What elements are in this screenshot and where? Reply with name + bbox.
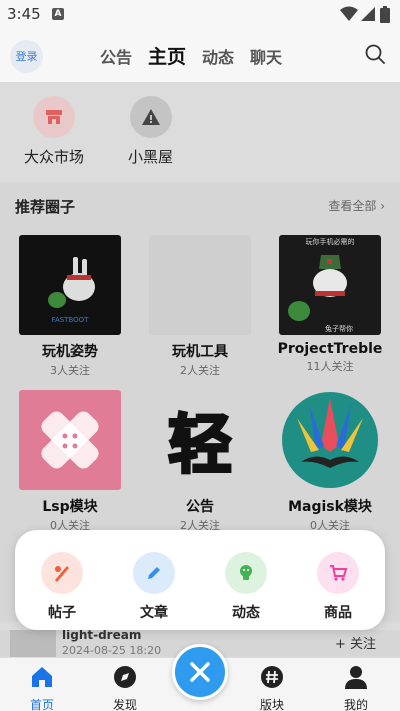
status-bar: 3:45 A [0,0,400,30]
circle-card[interactable]: 玩机工具 2人关注 [140,235,260,378]
post-username: light-dream [62,628,142,642]
create-sheet: 帖子 文章 动态 商品 [15,530,385,630]
quick-blackroom[interactable]: 小黑屋 [128,96,173,167]
view-all-label: 查看全部 [328,199,377,213]
top-tabs: 公告 主页 动态 聊天 [100,42,282,69]
store-icon [33,96,75,138]
image-caption-bottom: 兔子帮你 [325,324,353,333]
tab-announcement[interactable]: 公告 [100,44,132,68]
home-icon [32,667,52,687]
circle-image: 玩你手机必需的 兔子帮你 [279,235,381,335]
circle-name: 公告 [186,499,214,515]
nav-home[interactable]: 首页 [12,664,72,711]
bandage-icon [41,411,99,469]
nav-me[interactable]: 我的 [326,664,386,711]
cart-icon [317,552,359,594]
create-product-button[interactable]: 商品 [303,552,373,622]
circle-card[interactable]: Magisk模块 0人关注 [270,390,390,533]
warning-icon [129,96,172,138]
create-post-button[interactable]: 帖子 [27,552,97,622]
circle-name: Magisk模块 [288,499,372,515]
action-label: 动态 [232,605,260,621]
quick-label: 大众市场 [24,148,85,166]
post-icon [41,552,83,594]
circle-name: 玩机姿势 [42,344,98,360]
pencil-icon [133,552,175,594]
action-label: 帖子 [48,605,76,621]
bunny-image: FASTBOOT [48,257,95,324]
login-button[interactable]: 登录 [10,40,43,73]
follow-button[interactable]: + 关注 [335,633,376,652]
view-all-link[interactable]: 查看全部 › [328,197,385,214]
action-label: 商品 [324,605,352,621]
circle-card[interactable]: FASTBOOT 玩机姿势 3人关注 [10,235,130,378]
signal-icon [361,7,375,21]
quick-market[interactable]: 大众市场 [24,96,84,167]
close-create-button[interactable] [172,644,228,700]
nav-discover[interactable]: 发现 [95,664,155,711]
nav-boards[interactable]: 版块 [242,664,302,711]
compass-icon [114,666,136,688]
tab-chat[interactable]: 聊天 [250,44,282,68]
tab-moments[interactable]: 动态 [202,44,234,68]
section-title: 推荐圈子 [15,198,76,216]
circle-image [279,390,381,490]
wifi-icon [340,6,358,21]
bulb-icon [225,552,267,594]
circle-name: ProjectTreble [277,341,383,357]
post-date: 2024-08-25 18:20 [62,644,162,657]
close-icon [190,662,210,682]
circle-image [19,390,121,490]
avatar [10,630,56,658]
create-moment-button[interactable]: 动态 [211,552,281,622]
action-label: 文章 [140,605,168,621]
nav-label: 我的 [343,698,368,711]
battery-icon [380,6,390,23]
status-time: 3:45 [7,5,41,23]
quick-label: 小黑屋 [128,148,174,166]
nav-label: 版块 [259,698,284,711]
circle-image: 轻 [149,390,251,490]
circle-card[interactable]: 玩你手机必需的 兔子帮你 ProjectTreble 11人关注 [270,235,390,374]
circle-name: Lsp模块 [42,499,98,515]
circle-card[interactable]: 轻 公告 2人关注 [140,390,260,533]
hashtag-icon [261,666,283,688]
create-article-button[interactable]: 文章 [119,552,189,622]
circle-followers: 3人关注 [50,364,90,377]
nav-label: 首页 [29,698,54,711]
nav-label: 发现 [112,698,137,711]
magisk-logo [282,392,378,488]
circle-image: FASTBOOT [19,235,121,335]
top-header: 登录 公告 主页 动态 聊天 [0,30,400,82]
circle-image-glyph: 轻 [167,408,234,485]
circle-name: 玩机工具 [172,344,228,360]
circle-followers: 2人关注 [180,364,220,377]
tab-home[interactable]: 主页 [148,42,186,69]
user-icon [345,666,367,689]
circle-followers: 11人关注 [306,360,354,373]
circle-image [149,235,251,335]
image-caption-top: 玩你手机必需的 [306,237,355,246]
bunny-image: 玩你手机必需的 兔子帮你 [288,237,355,333]
image-caption: FASTBOOT [52,316,90,324]
search-icon[interactable] [364,43,386,65]
notification-icon: A [52,8,64,20]
circle-card[interactable]: Lsp模块 0人关注 [10,390,130,533]
chevron-right-icon: › [380,199,385,213]
